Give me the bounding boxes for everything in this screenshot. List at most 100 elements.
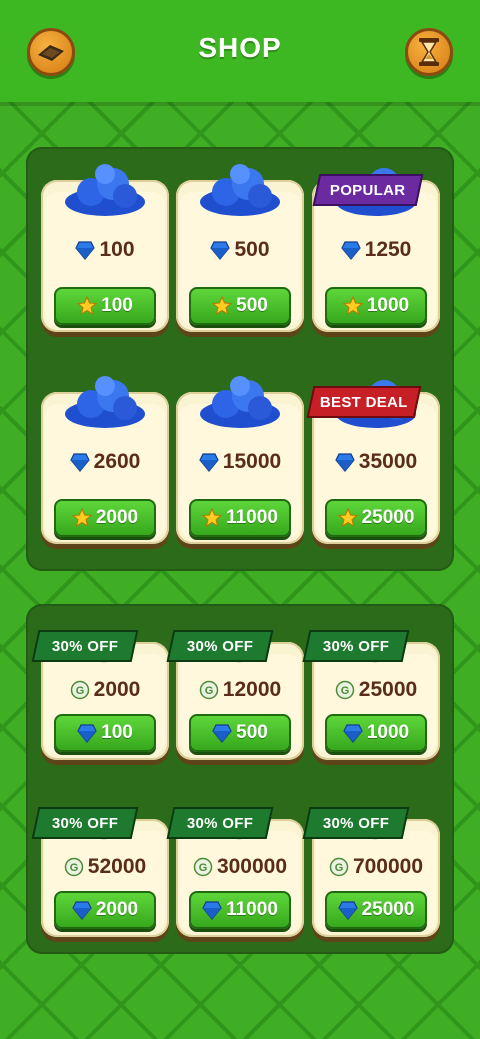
price-value: 1000 bbox=[366, 295, 410, 316]
price-value: 11000 bbox=[226, 507, 278, 528]
coin-icon: G bbox=[329, 857, 349, 877]
star-icon bbox=[212, 296, 233, 316]
best-deal-ribbon: BEST DEAL bbox=[306, 386, 422, 418]
gem-packs-panel: 100 100 500 500 POPULAR 1250 1000 2600 2… bbox=[26, 147, 454, 571]
gem-icon bbox=[210, 241, 231, 260]
gem-pack-card[interactable]: 15000 11000 bbox=[176, 376, 304, 544]
svg-text:G: G bbox=[341, 685, 350, 697]
buy-button[interactable]: 1000 bbox=[325, 714, 427, 752]
price-value: 500 bbox=[236, 722, 268, 743]
price-value: 2000 bbox=[95, 899, 139, 920]
gem-pile-icon bbox=[65, 164, 145, 216]
gem-pack-card[interactable]: 100 100 bbox=[41, 164, 169, 332]
coin-packs-panel: 30% OFF G 2000 100 30% OFF G 12000 500 3… bbox=[26, 604, 454, 954]
hourglass-icon bbox=[419, 38, 439, 66]
gem-amount: 500 bbox=[176, 238, 304, 262]
gem-amount-value: 35000 bbox=[358, 450, 418, 473]
discount-ribbon: 30% OFF bbox=[302, 807, 410, 839]
coin-pack-card[interactable]: 30% OFF G 25000 1000 bbox=[302, 630, 440, 760]
coin-icon: G bbox=[199, 680, 219, 700]
price-value: 11000 bbox=[226, 899, 278, 920]
discount-ribbon: 30% OFF bbox=[166, 807, 274, 839]
gem-amount: 15000 bbox=[176, 450, 304, 474]
coin-pack-card[interactable]: 30% OFF G 2000 100 bbox=[31, 630, 169, 760]
buy-button[interactable]: 25000 bbox=[325, 891, 427, 929]
gem-pack-card[interactable]: 500 500 bbox=[176, 164, 304, 332]
gem-pile-icon bbox=[200, 164, 280, 216]
gem-amount: 2600 bbox=[41, 450, 169, 474]
gem-amount-value: 500 bbox=[234, 238, 270, 261]
discount-ribbon: 30% OFF bbox=[31, 630, 139, 662]
buy-button[interactable]: 2000 bbox=[54, 499, 156, 537]
coin-icon: G bbox=[193, 857, 213, 877]
gem-icon bbox=[199, 453, 219, 472]
buy-button[interactable]: 25000 bbox=[325, 499, 427, 537]
svg-text:G: G bbox=[75, 685, 84, 697]
gem-amount: 100 bbox=[41, 238, 169, 262]
ribbon-label: 30% OFF bbox=[186, 814, 254, 832]
gem-icon bbox=[72, 901, 92, 920]
ribbon-label: 30% OFF bbox=[322, 637, 390, 655]
price-value: 25000 bbox=[361, 899, 415, 920]
coin-icon: G bbox=[70, 680, 89, 700]
discount-ribbon: 30% OFF bbox=[302, 630, 410, 662]
star-icon bbox=[71, 508, 92, 528]
buy-button[interactable]: 500 bbox=[189, 287, 291, 325]
discount-ribbon: 30% OFF bbox=[31, 807, 139, 839]
price-value: 100 bbox=[101, 295, 133, 316]
svg-text:G: G bbox=[335, 862, 344, 874]
gem-icon bbox=[202, 901, 222, 920]
gem-pack-card[interactable]: 2600 2000 bbox=[41, 376, 169, 544]
ribbon-label: 30% OFF bbox=[51, 814, 119, 832]
buy-button[interactable]: 1000 bbox=[325, 287, 427, 325]
buy-button[interactable]: 100 bbox=[54, 714, 156, 752]
coin-pack-card[interactable]: 30% OFF G 300000 11000 bbox=[166, 807, 304, 937]
price-value: 25000 bbox=[361, 507, 415, 528]
gem-amount: 1250 bbox=[312, 238, 440, 262]
buy-button[interactable]: 500 bbox=[189, 714, 291, 752]
star-icon bbox=[342, 296, 363, 316]
coin-pack-card[interactable]: 30% OFF G 52000 2000 bbox=[31, 807, 169, 937]
coin-amount: G 52000 bbox=[41, 855, 169, 879]
price-value: 1000 bbox=[366, 722, 410, 743]
gem-amount-value: 1250 bbox=[364, 238, 412, 261]
gem-pack-card[interactable]: BEST DEAL 35000 25000 bbox=[306, 380, 440, 544]
ribbon-label: 30% OFF bbox=[51, 637, 119, 655]
gem-icon bbox=[337, 901, 358, 920]
gem-amount: 35000 bbox=[312, 450, 440, 474]
discount-ribbon: 30% OFF bbox=[166, 630, 274, 662]
gem-icon bbox=[335, 453, 355, 472]
coin-amount-value: 700000 bbox=[352, 855, 424, 878]
popular-ribbon: POPULAR bbox=[312, 174, 424, 206]
price-value: 2000 bbox=[95, 507, 139, 528]
buy-button[interactable]: 100 bbox=[54, 287, 156, 325]
buy-button[interactable]: 2000 bbox=[54, 891, 156, 929]
gem-amount-value: 15000 bbox=[222, 450, 282, 473]
gem-pile-icon bbox=[65, 376, 145, 428]
coin-amount: G 25000 bbox=[312, 678, 440, 702]
gem-icon bbox=[77, 724, 97, 743]
top-bar: SHOP bbox=[0, 0, 480, 102]
coin-amount: G 300000 bbox=[176, 855, 304, 879]
coin-pack-card[interactable]: 30% OFF G 700000 25000 bbox=[302, 807, 440, 937]
coin-amount: G 2000 bbox=[41, 678, 169, 702]
gem-icon bbox=[340, 241, 361, 260]
ribbon-label: POPULAR bbox=[330, 181, 406, 199]
coin-amount-value: 300000 bbox=[216, 855, 288, 878]
coin-icon: G bbox=[64, 857, 84, 877]
gem-pile-icon bbox=[200, 376, 280, 428]
buy-button[interactable]: 11000 bbox=[189, 499, 291, 537]
price-value: 500 bbox=[236, 295, 268, 316]
coin-amount-value: 52000 bbox=[87, 855, 147, 878]
history-button[interactable] bbox=[405, 28, 453, 76]
coin-amount-value: 12000 bbox=[222, 678, 282, 701]
gem-icon bbox=[75, 241, 96, 260]
gem-pack-card[interactable]: POPULAR 1250 1000 bbox=[312, 168, 440, 332]
buy-button[interactable]: 11000 bbox=[189, 891, 291, 929]
coin-pack-card[interactable]: 30% OFF G 12000 500 bbox=[166, 630, 304, 760]
coin-amount-value: 25000 bbox=[358, 678, 418, 701]
coin-amount-value: 2000 bbox=[93, 678, 141, 701]
gem-amount-value: 2600 bbox=[93, 450, 141, 473]
svg-text:G: G bbox=[70, 862, 79, 874]
svg-text:G: G bbox=[199, 862, 208, 874]
